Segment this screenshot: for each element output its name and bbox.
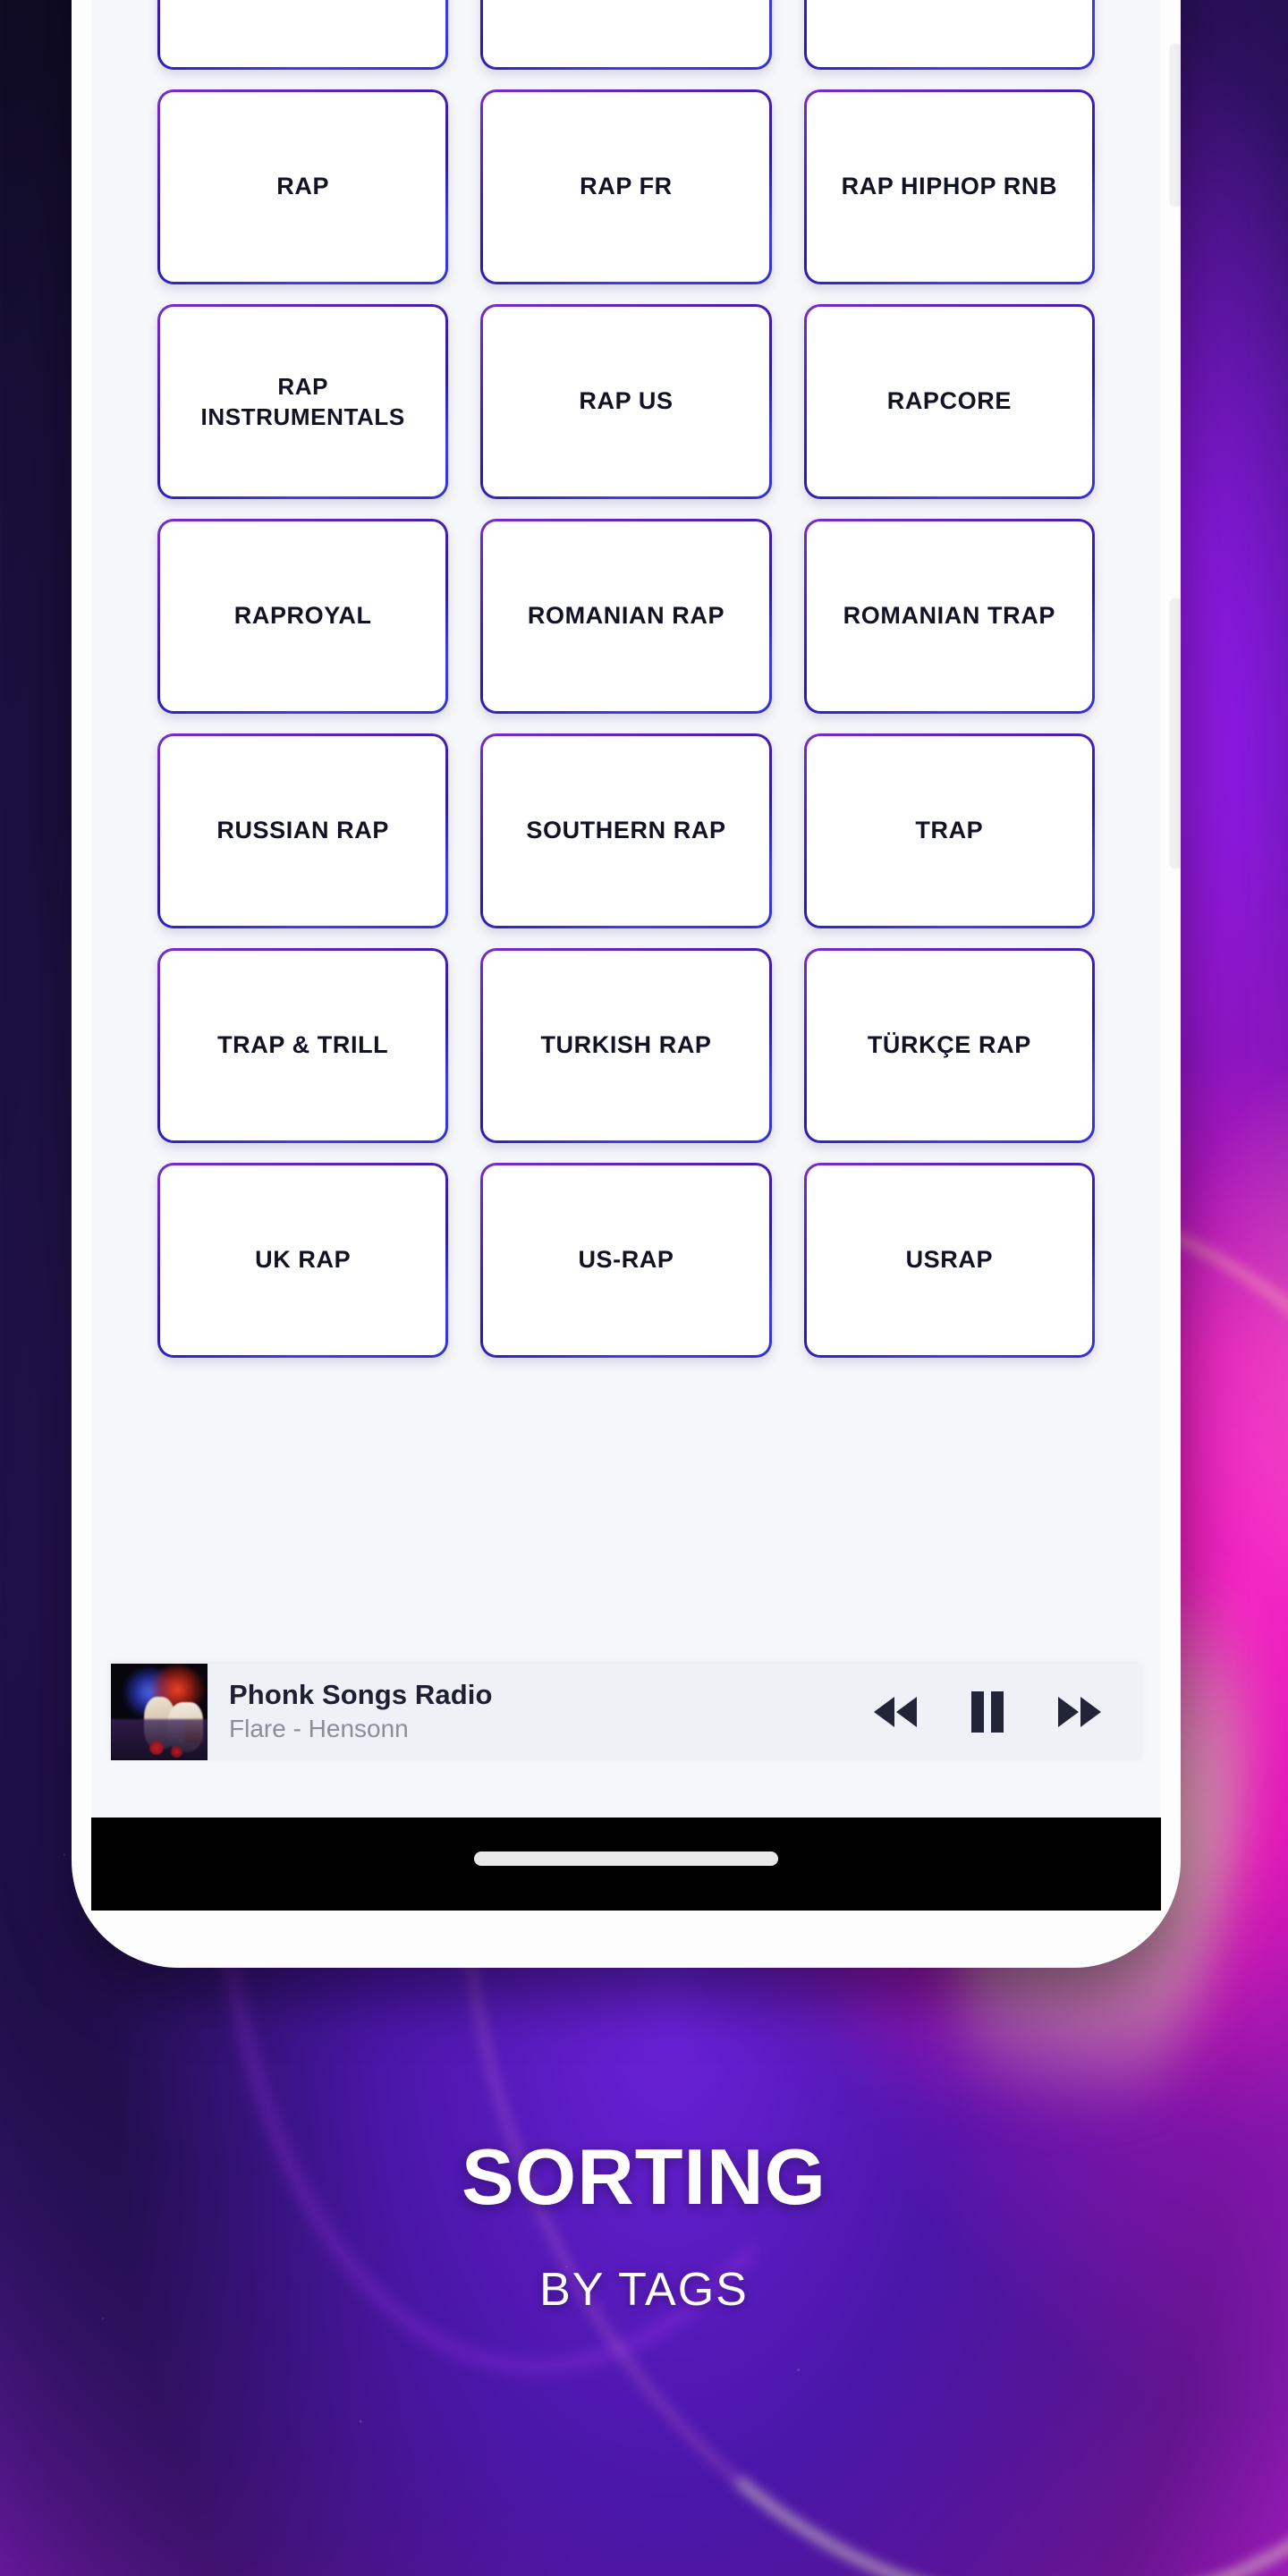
tag-card[interactable]: UK RAP [157,1163,449,1358]
tag-card-inner: TURKISH RAP [483,951,769,1140]
tag-card[interactable]: TÜRKÇE RAP [803,948,1095,1143]
album-art-flower-secondary [170,1745,182,1758]
tag-card-inner: TÜRKÇE RAP [806,951,1092,1140]
home-indicator[interactable] [474,1852,778,1866]
tag-card-inner: ROMANIAN TRAP [806,521,1092,711]
tag-card[interactable]: RAP INSTRUMENTALS [157,304,449,499]
tag-label: US-RAP [578,1246,674,1274]
station-title: Phonk Songs Radio [229,1678,493,1710]
tag-card[interactable]: ROMANIAN TRAP [803,519,1095,714]
tag-card-inner: RAP US [483,307,769,496]
tag-card[interactable]: RAP FR [480,89,772,284]
tag-card[interactable]: RAP HIPHOP RNB [803,89,1095,284]
tag-card-inner: US-RAP [483,1165,769,1355]
tag-card-inner: TRAP [806,736,1092,926]
tag-label: RAP US [579,387,674,415]
caption-subtitle: BY TAGS [539,2264,749,2316]
tag-card[interactable]: US-RAP [480,1163,772,1358]
tag-card[interactable]: SOUTHERN RAP [480,733,772,928]
now-playing-text: Flare - Hensonn [229,1715,409,1743]
tag-card-inner: RAPROYAL [160,521,446,711]
tag-card[interactable]: ROMANIAN RAP [480,519,772,714]
album-art-flower [149,1740,165,1755]
tag-label: TRAP & TRILL [217,1031,389,1059]
tag-card[interactable]: TRAP & TRILL [157,948,449,1143]
rewind-button[interactable] [868,1690,923,1733]
tag-label: ROMANIAN RAP [527,602,725,630]
tag-card-inner: OLD SCHOOL RAP [483,0,769,67]
caption: SORTING BY TAGS [0,2132,1288,2316]
fast-forward-icon [1055,1694,1104,1730]
tag-card[interactable]: OLD SCHOOL RAP [480,0,772,70]
tag-card[interactable]: TRAP [803,733,1095,928]
tag-card-inner: USRAP [806,1165,1092,1355]
tag-card[interactable]: RAP [157,89,449,284]
tag-card-inner: RAP FR [483,92,769,282]
tag-label: RAP FR [580,173,673,200]
tag-card[interactable]: NOVO NORDESTE FM ARAPIRACA [157,0,449,70]
tag-label: USRAP [905,1246,994,1274]
tag-card-inner: RAPCORE [806,307,1092,496]
tag-card[interactable]: RAPCORE [803,304,1095,499]
tag-grid: NOVO NORDESTE FM ARAPIRACA OLD SCHOOL RAP… [91,0,1161,1358]
tag-label: TÜRKÇE RAP [867,1031,1031,1059]
track-meta: Phonk Songs Radio Flare - Hensonn [208,1679,852,1746]
tag-label: SOUTHERN RAP [526,817,726,844]
phone-screen: NOVO NORDESTE FM ARAPIRACA OLD SCHOOL RAP… [91,0,1161,1911]
power-button[interactable] [1172,599,1181,868]
mini-player[interactable]: Phonk Songs Radio Flare - Hensonn [111,1664,1141,1760]
tag-label: RAPCORE [886,387,1012,415]
tag-card-inner: RAP [160,92,446,282]
rewind-icon [871,1694,919,1730]
tag-label: RAP [276,173,330,200]
tag-label: UK RAP [255,1246,352,1274]
tag-card-inner: POP RAP [806,0,1092,67]
tag-card-inner: TRAP & TRILL [160,951,446,1140]
volume-button[interactable] [1172,45,1181,206]
tag-label: TRAP [915,817,984,844]
tag-card[interactable]: RAP US [480,304,772,499]
pause-button[interactable] [964,1686,1011,1738]
tag-label: NOVO NORDESTE FM ARAPIRACA [174,0,431,3]
album-art [111,1664,208,1760]
tag-label: RUSSIAN RAP [216,817,389,844]
tag-card-inner: RAP INSTRUMENTALS [160,307,446,496]
fast-forward-button[interactable] [1052,1690,1107,1733]
tag-card-inner: NOVO NORDESTE FM ARAPIRACA [160,0,446,67]
phone-mockup: NOVO NORDESTE FM ARAPIRACA OLD SCHOOL RAP… [72,0,1181,1968]
player-controls [852,1686,1141,1738]
pause-icon [968,1690,1007,1734]
tag-card[interactable]: RAPROYAL [157,519,449,714]
tag-card-inner: RUSSIAN RAP [160,736,446,926]
tag-label: RAP INSTRUMENTALS [200,372,405,430]
tag-card[interactable]: USRAP [803,1163,1095,1358]
tag-label: RAP HIPHOP RNB [841,173,1058,200]
tag-card-inner: ROMANIAN RAP [483,521,769,711]
tag-card[interactable]: TURKISH RAP [480,948,772,1143]
tag-card-inner: SOUTHERN RAP [483,736,769,926]
system-nav-bar [91,1818,1161,1911]
tag-card-inner: RAP HIPHOP RNB [806,92,1092,282]
tag-label: TURKISH RAP [540,1031,712,1059]
caption-title: SORTING [462,2132,826,2221]
tag-card-inner: UK RAP [160,1165,446,1355]
tag-card[interactable]: RUSSIAN RAP [157,733,449,928]
tag-card[interactable]: POP RAP [803,0,1095,70]
tag-label: RAPROYAL [233,602,372,630]
tag-label: ROMANIAN TRAP [843,602,1055,630]
